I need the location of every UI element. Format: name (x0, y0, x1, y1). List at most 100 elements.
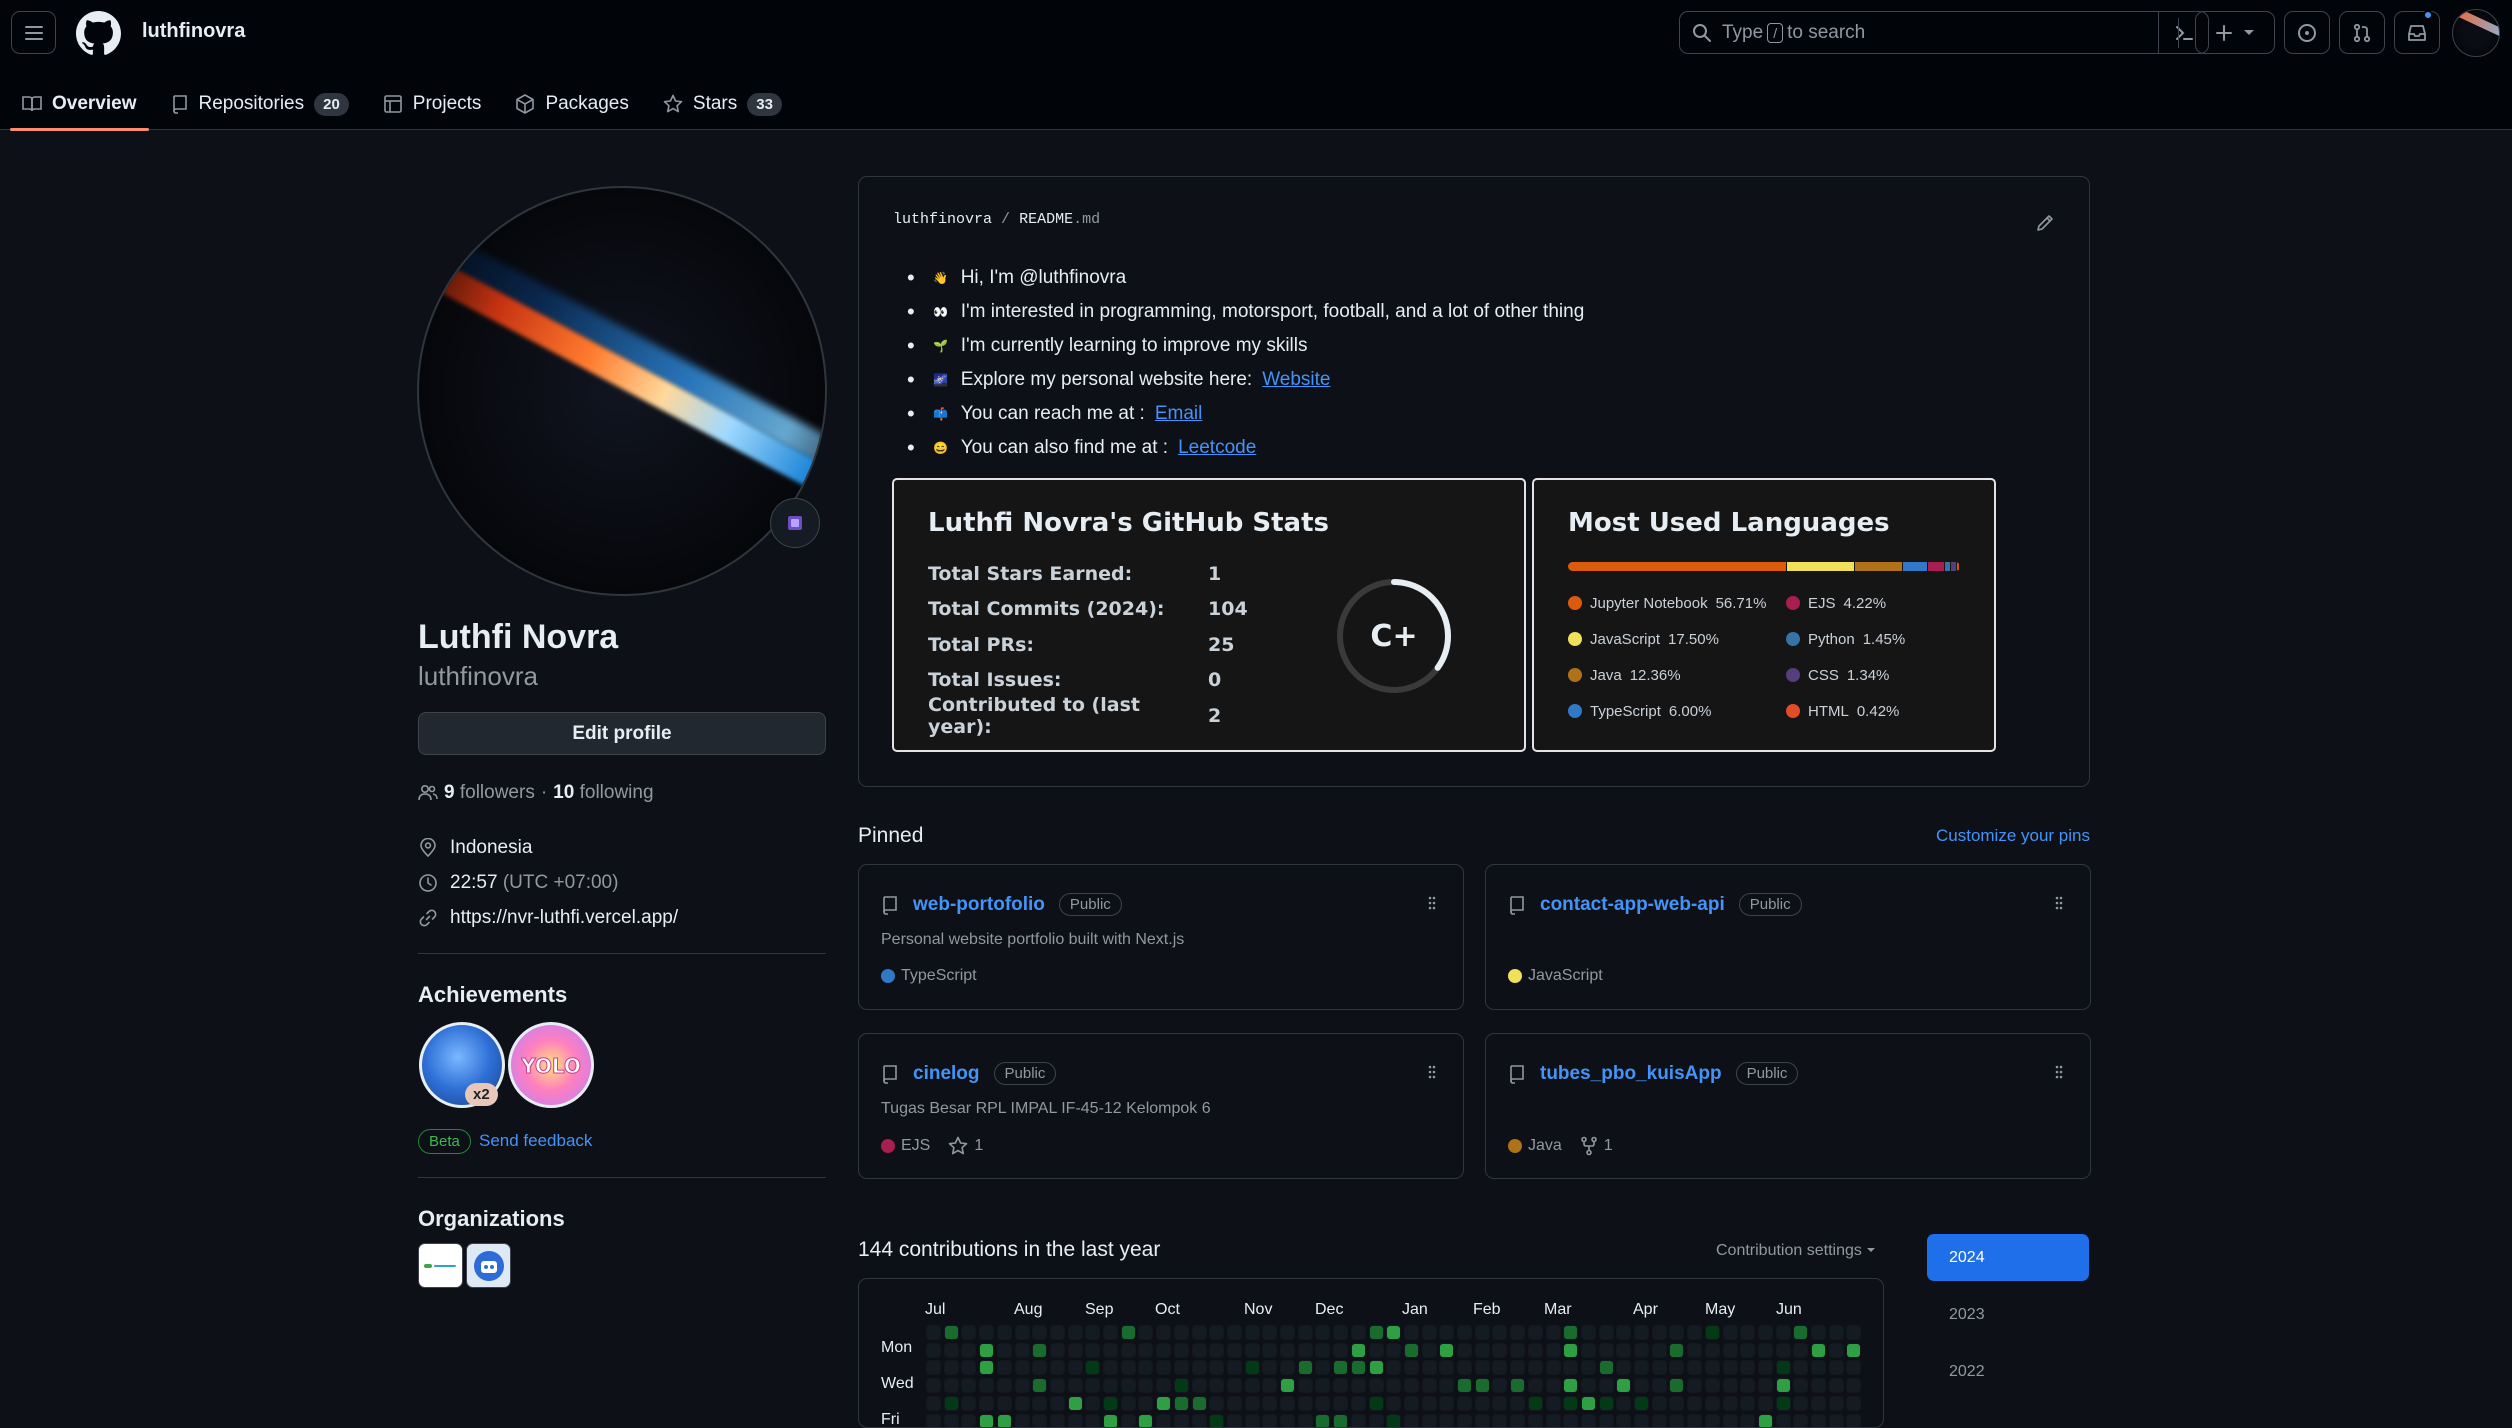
contribution-day[interactable] (927, 1343, 940, 1357)
contribution-day[interactable] (1334, 1326, 1348, 1339)
contribution-day[interactable] (1617, 1379, 1631, 1393)
contribution-day[interactable] (1157, 1414, 1171, 1427)
contribution-day[interactable] (1139, 1414, 1153, 1427)
contribution-day[interactable] (980, 1379, 994, 1393)
contribution-day[interactable] (1227, 1379, 1241, 1393)
contribution-day[interactable] (1617, 1396, 1631, 1410)
tab-repositories[interactable]: Repositories 20 (159, 78, 361, 130)
contribution-day[interactable] (1758, 1343, 1772, 1357)
contribution-day[interactable] (1758, 1326, 1772, 1339)
contribution-day[interactable] (1192, 1414, 1206, 1427)
contribution-day[interactable] (1546, 1343, 1560, 1357)
contribution-day[interactable] (1511, 1396, 1525, 1410)
contribution-day[interactable] (1015, 1343, 1029, 1357)
contribution-day[interactable] (1298, 1326, 1312, 1339)
contribution-day[interactable] (1688, 1326, 1702, 1339)
contribution-day[interactable] (1139, 1343, 1153, 1357)
contribution-day[interactable] (1688, 1414, 1702, 1427)
contribution-day[interactable] (1422, 1414, 1436, 1427)
contribution-day[interactable] (1617, 1361, 1631, 1375)
contribution-day[interactable] (1174, 1379, 1188, 1393)
contribution-day[interactable] (1404, 1379, 1418, 1393)
contribution-day[interactable] (944, 1343, 958, 1357)
following-link[interactable]: 10 following (553, 782, 653, 804)
contribution-day[interactable] (1493, 1326, 1507, 1339)
contribution-day[interactable] (1050, 1326, 1064, 1339)
contribution-day[interactable] (1316, 1361, 1330, 1375)
contribution-day[interactable] (1847, 1396, 1861, 1410)
contribution-day[interactable] (1404, 1414, 1418, 1427)
contribution-day[interactable] (1829, 1414, 1843, 1427)
drag-handle[interactable] (1427, 895, 1437, 916)
contribution-day[interactable] (1369, 1361, 1383, 1375)
contribution-day[interactable] (1281, 1414, 1294, 1427)
contribution-day[interactable] (1475, 1326, 1489, 1339)
contribution-day[interactable] (1794, 1361, 1808, 1375)
contribution-day[interactable] (1599, 1361, 1613, 1375)
contribution-day[interactable] (1422, 1326, 1436, 1339)
contribution-day[interactable] (1776, 1414, 1790, 1427)
contribution-day[interactable] (1387, 1343, 1401, 1357)
contribution-day[interactable] (1210, 1361, 1224, 1375)
contribution-day[interactable] (1422, 1379, 1436, 1393)
contribution-day[interactable] (1812, 1343, 1825, 1357)
contribution-day[interactable] (1192, 1361, 1206, 1375)
github-logo-icon[interactable] (76, 11, 121, 56)
contribution-day[interactable] (1404, 1343, 1418, 1357)
contribution-day[interactable] (1511, 1326, 1525, 1339)
contribution-day[interactable] (1688, 1396, 1702, 1410)
contribution-day[interactable] (1245, 1361, 1259, 1375)
contribution-day[interactable] (1139, 1326, 1153, 1339)
contribution-day[interactable] (1705, 1396, 1719, 1410)
contribution-day[interactable] (1829, 1396, 1843, 1410)
contribution-day[interactable] (1475, 1379, 1489, 1393)
organization-avatar[interactable] (466, 1243, 511, 1288)
contribution-day[interactable] (1581, 1343, 1595, 1357)
contribution-day[interactable] (1121, 1343, 1135, 1357)
contribution-day[interactable] (1157, 1361, 1171, 1375)
contribution-day[interactable] (1475, 1361, 1489, 1375)
contribution-day[interactable] (1440, 1396, 1454, 1410)
contribution-day[interactable] (927, 1326, 940, 1339)
contribution-day[interactable] (1546, 1379, 1560, 1393)
contribution-day[interactable] (1121, 1379, 1135, 1393)
contribution-day[interactable] (980, 1343, 994, 1357)
contribution-day[interactable] (997, 1361, 1011, 1375)
contribution-day[interactable] (1440, 1343, 1454, 1357)
contribution-day[interactable] (1104, 1396, 1117, 1410)
contribution-day[interactable] (1316, 1343, 1330, 1357)
edit-profile-button[interactable]: Edit profile (418, 712, 826, 755)
contribution-day[interactable] (1829, 1361, 1843, 1375)
contribution-day[interactable] (1581, 1396, 1595, 1410)
contribution-day[interactable] (944, 1414, 958, 1427)
contribution-day[interactable] (1227, 1343, 1241, 1357)
contribution-day[interactable] (1652, 1361, 1666, 1375)
contribution-day[interactable] (1298, 1396, 1312, 1410)
contribution-day[interactable] (1050, 1414, 1064, 1427)
contribution-day[interactable] (1670, 1326, 1684, 1339)
contribution-day[interactable] (1564, 1379, 1578, 1393)
contribution-day[interactable] (1121, 1396, 1135, 1410)
website-link[interactable]: https://nvr-luthfi.vercel.app/ (450, 907, 678, 929)
contribution-day[interactable] (1139, 1361, 1153, 1375)
contribution-day[interactable] (1776, 1379, 1790, 1393)
contribution-day[interactable] (1139, 1379, 1153, 1393)
contribution-day[interactable] (1245, 1414, 1259, 1427)
contribution-day[interactable] (1104, 1343, 1117, 1357)
contribution-day[interactable] (1227, 1414, 1241, 1427)
inbox-button[interactable] (2394, 10, 2440, 54)
contribution-day[interactable] (1812, 1379, 1825, 1393)
contribution-day[interactable] (1741, 1414, 1755, 1427)
website-readme-link[interactable]: Website (1262, 363, 1330, 397)
contribution-day[interactable] (1688, 1343, 1702, 1357)
contribution-day[interactable] (1210, 1343, 1224, 1357)
contribution-day[interactable] (1564, 1343, 1578, 1357)
contribution-day[interactable] (1528, 1326, 1542, 1339)
contribution-day[interactable] (1210, 1326, 1224, 1339)
pinned-repo-name[interactable]: contact-app-web-api (1540, 894, 1725, 916)
contribution-day[interactable] (1351, 1343, 1365, 1357)
contribution-day[interactable] (1475, 1343, 1489, 1357)
contribution-day[interactable] (1741, 1361, 1755, 1375)
contribution-day[interactable] (1493, 1343, 1507, 1357)
contribution-day[interactable] (1015, 1326, 1029, 1339)
